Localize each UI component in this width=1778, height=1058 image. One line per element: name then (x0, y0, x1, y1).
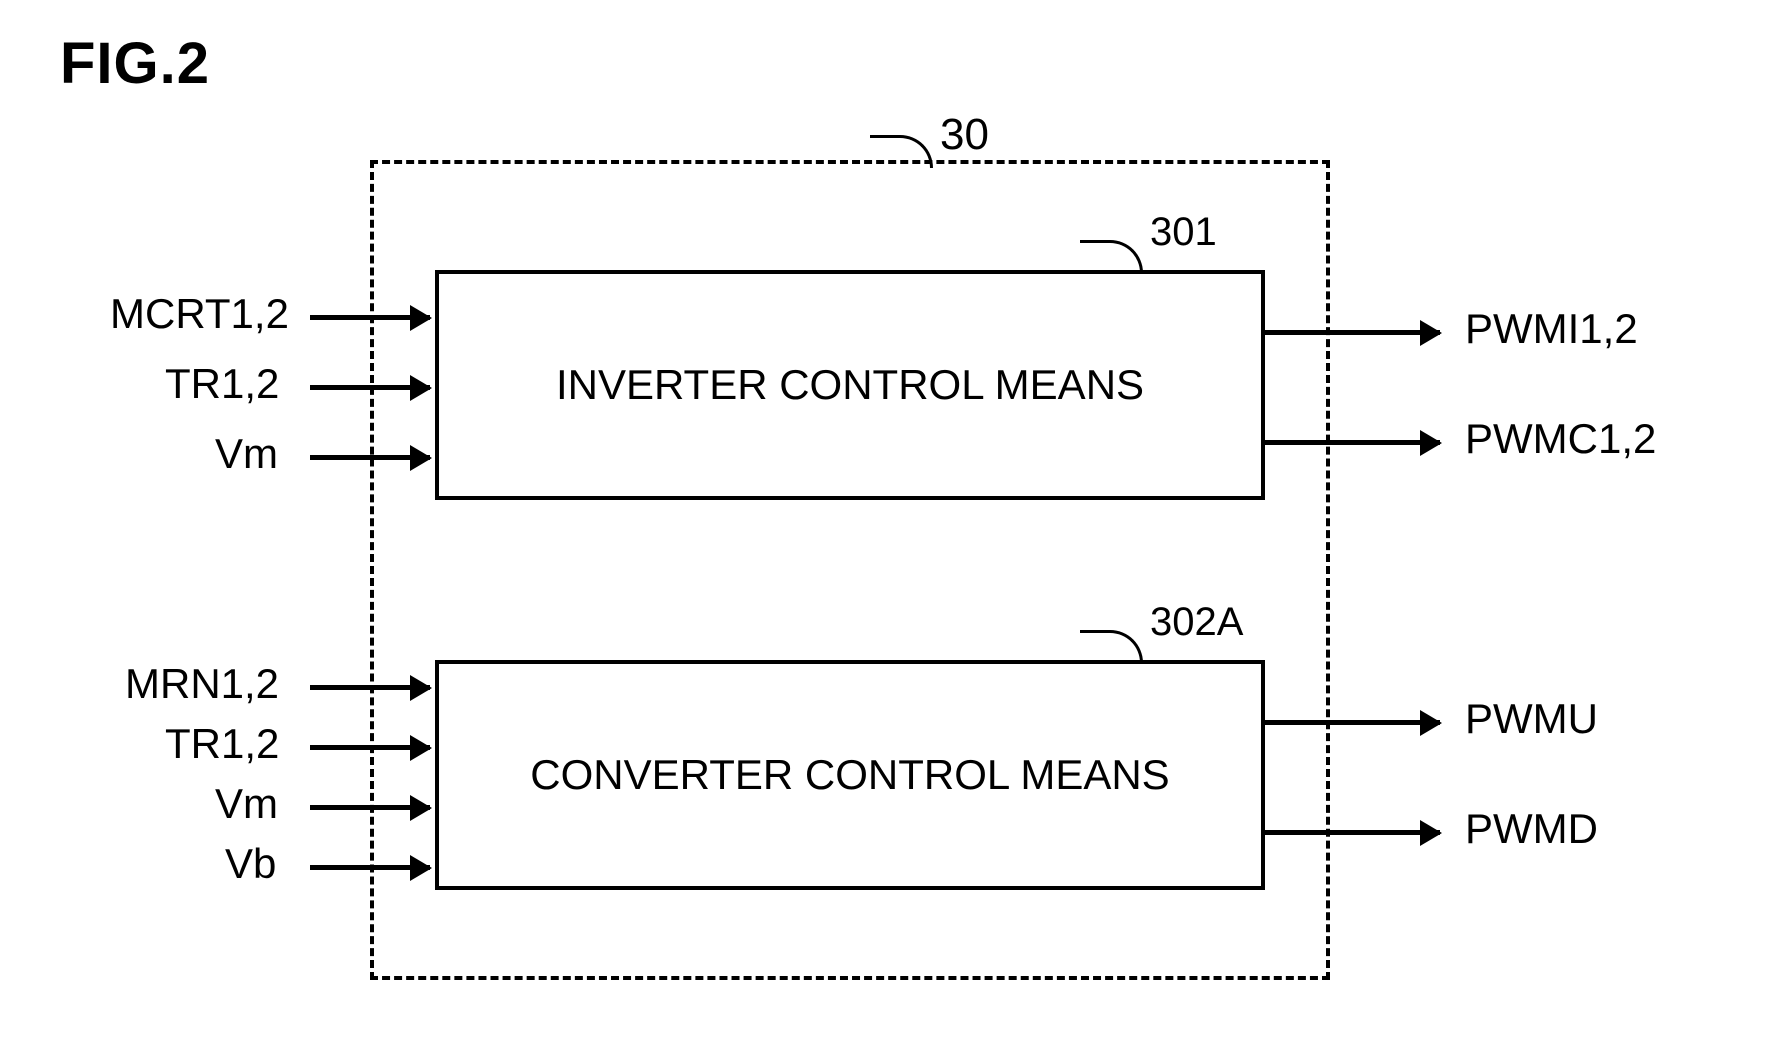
controller-container-ref: 30 (940, 110, 989, 160)
diagram-stage: FIG.2 30 INVERTER CONTROL MEANS 301 MCRT… (0, 0, 1778, 1058)
figure-title: FIG.2 (60, 30, 210, 97)
arrow-out-pwmc (1265, 440, 1440, 445)
label-out-pwmi: PWMI1,2 (1465, 305, 1638, 353)
arrow-out-pwmd (1265, 830, 1440, 835)
label-in-vm-conv: Vm (215, 780, 278, 828)
converter-block: CONVERTER CONTROL MEANS (435, 660, 1265, 890)
arrow-in-tr-inv (310, 385, 430, 390)
arrow-in-tr-conv (310, 745, 430, 750)
arrow-in-mrn (310, 685, 430, 690)
arrow-in-vm-inv (310, 455, 430, 460)
label-in-mcrt: MCRT1,2 (110, 290, 289, 338)
label-out-pwmc: PWMC1,2 (1465, 415, 1656, 463)
inverter-block-label: INVERTER CONTROL MEANS (556, 361, 1144, 409)
label-in-vm-inv: Vm (215, 430, 278, 478)
label-in-mrn: MRN1,2 (125, 660, 279, 708)
inverter-block-ref: 301 (1150, 210, 1217, 255)
inverter-block: INVERTER CONTROL MEANS (435, 270, 1265, 500)
arrow-in-mcrt (310, 315, 430, 320)
arrow-out-pwmu (1265, 720, 1440, 725)
arrow-in-vm-conv (310, 805, 430, 810)
label-in-tr-conv: TR1,2 (165, 720, 279, 768)
converter-block-ref: 302A (1150, 600, 1243, 645)
label-in-vb: Vb (225, 840, 276, 888)
container-ref-curve (870, 135, 933, 168)
label-in-tr-inv: TR1,2 (165, 360, 279, 408)
converter-block-label: CONVERTER CONTROL MEANS (530, 751, 1169, 799)
arrow-out-pwmi (1265, 330, 1440, 335)
arrow-in-vb (310, 865, 430, 870)
label-out-pwmd: PWMD (1465, 805, 1598, 853)
label-out-pwmu: PWMU (1465, 695, 1598, 743)
